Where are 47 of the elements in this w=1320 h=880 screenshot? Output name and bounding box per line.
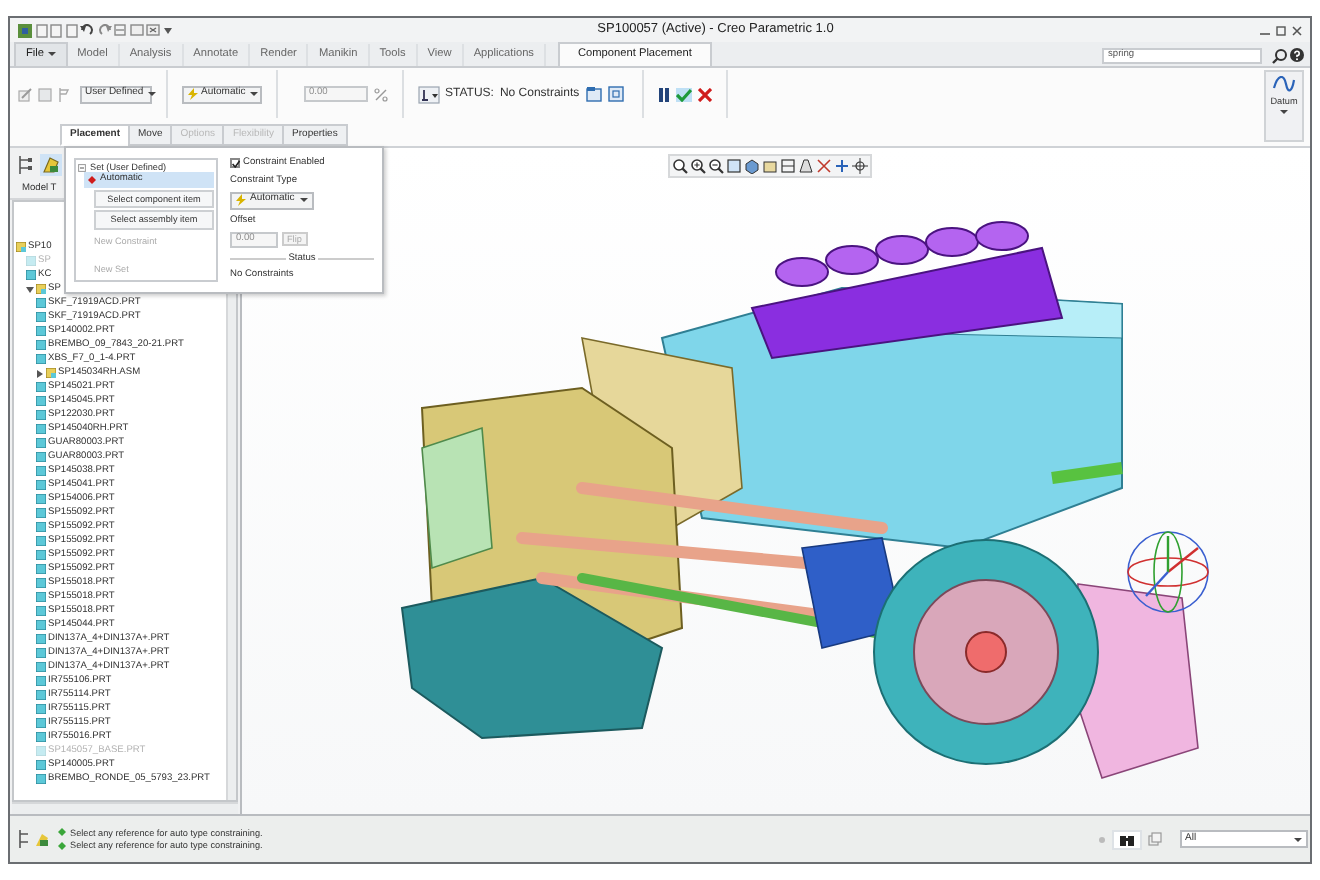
assembly-icon bbox=[46, 368, 56, 378]
separate-window-icon[interactable] bbox=[607, 86, 624, 102]
find-button[interactable] bbox=[1111, 829, 1141, 849]
placement-mode-icon[interactable] bbox=[417, 85, 439, 103]
lightning-icon bbox=[236, 194, 246, 207]
engine-model-drawing[interactable] bbox=[400, 221, 1199, 779]
check-icon bbox=[231, 159, 239, 168]
maximize-icon[interactable] bbox=[1276, 25, 1286, 35]
layer-tree-icon[interactable] bbox=[18, 830, 34, 848]
horizontal-scrollbar[interactable] bbox=[12, 802, 238, 814]
refit-icon[interactable] bbox=[672, 158, 688, 174]
diamond-icon bbox=[88, 176, 96, 185]
close-icon[interactable] bbox=[1292, 25, 1302, 35]
datum-curve-icon bbox=[1272, 76, 1296, 92]
assembly-icon bbox=[16, 242, 26, 252]
expand-arrow-icon[interactable] bbox=[36, 369, 44, 377]
pause-icon[interactable] bbox=[657, 87, 670, 101]
cancel-icon[interactable] bbox=[697, 87, 712, 101]
model-tree-icon[interactable] bbox=[34, 831, 50, 847]
check-icon bbox=[675, 87, 692, 101]
app-logo-icon bbox=[18, 23, 32, 37]
display-style-icon[interactable] bbox=[744, 158, 760, 174]
collapse-arrow-icon[interactable] bbox=[26, 285, 34, 293]
model-tree-icon bbox=[42, 156, 60, 174]
annotation-display-icon[interactable] bbox=[834, 158, 850, 174]
layer-tree-icon[interactable] bbox=[18, 156, 34, 174]
model-tree-tab[interactable] bbox=[40, 154, 62, 176]
search-icon[interactable] bbox=[1271, 47, 1287, 63]
show-3d-dragger-icon[interactable] bbox=[585, 86, 602, 102]
lightning-icon bbox=[187, 88, 197, 100]
datum-display-icon[interactable] bbox=[816, 158, 832, 174]
dot-icon[interactable] bbox=[1097, 835, 1105, 843]
help-icon[interactable] bbox=[1290, 48, 1304, 62]
window-icon[interactable] bbox=[129, 24, 143, 36]
binoculars-icon bbox=[1119, 833, 1133, 845]
new-file-icon[interactable] bbox=[35, 23, 47, 37]
zoom-out-icon[interactable] bbox=[708, 158, 724, 174]
view-triad-icon bbox=[1127, 531, 1209, 613]
spin-center-icon[interactable] bbox=[852, 158, 868, 174]
assembly-icon bbox=[36, 284, 46, 294]
zoom-in-icon[interactable] bbox=[690, 158, 706, 174]
edit-icon[interactable] bbox=[18, 87, 32, 101]
close-window-icon[interactable] bbox=[146, 24, 160, 36]
checkbox[interactable] bbox=[230, 158, 240, 169]
dropdown-caret-icon[interactable] bbox=[163, 27, 171, 33]
collapse-icon[interactable] bbox=[78, 163, 86, 172]
undo-icon[interactable] bbox=[80, 24, 94, 36]
